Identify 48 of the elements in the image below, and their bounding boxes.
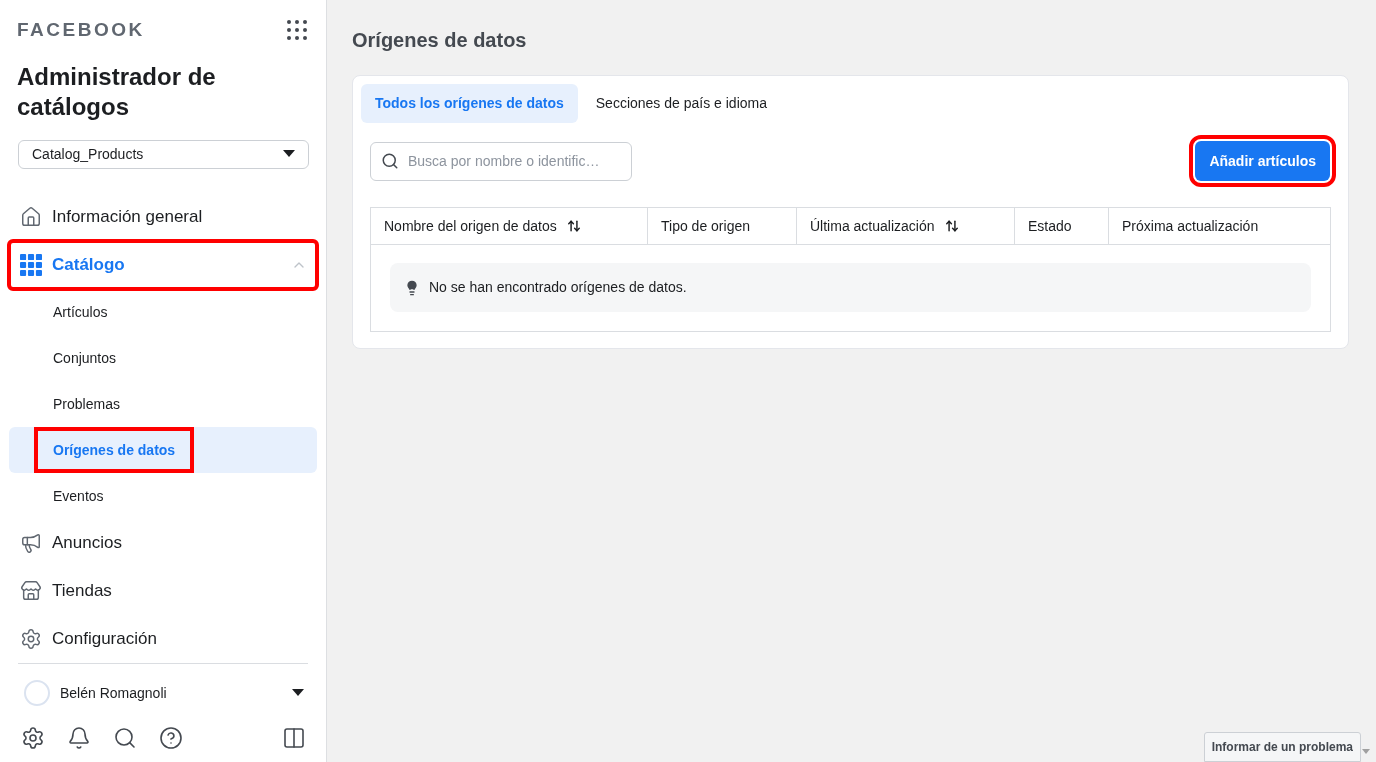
nav-subitem[interactable]: Eventos <box>9 473 317 519</box>
column-header[interactable]: Nombre del origen de datos <box>371 208 648 244</box>
brand-logo: FACEBOOK <box>17 18 145 42</box>
grid-icon <box>20 254 42 276</box>
store-icon <box>20 580 42 602</box>
nav-subitem[interactable]: Conjuntos <box>9 335 317 381</box>
sort-icon <box>944 219 959 233</box>
nav-subitem[interactable]: Orígenes de datos <box>9 427 317 473</box>
column-header[interactable]: Estado <box>1015 208 1109 244</box>
nav-subitem[interactable]: Artículos <box>9 289 317 335</box>
search-field[interactable]: Busca por nombre o identific… <box>370 141 632 181</box>
settings-icon <box>20 628 42 650</box>
search-icon <box>381 151 399 170</box>
nav-item[interactable]: Información general <box>9 193 317 241</box>
help-icon[interactable] <box>159 726 183 750</box>
avatar <box>24 680 50 706</box>
catalog-select[interactable]: Catalog_Products <box>18 139 309 169</box>
home-icon <box>20 206 42 228</box>
user-name: Belén Romagnoli <box>60 683 168 703</box>
report-problem-button[interactable]: Informar de un problema <box>1203 732 1361 762</box>
nav-subitem-label: Orígenes de datos <box>34 427 195 473</box>
megaphone-icon <box>20 532 42 554</box>
tab[interactable]: Secciones de país e idioma <box>581 84 781 123</box>
nav-item[interactable]: Anuncios <box>9 519 317 567</box>
nav-item[interactable]: Catálogo <box>9 241 317 289</box>
settings-icon[interactable] <box>21 726 45 750</box>
empty-message: No se han encontrado orígenes de datos. <box>429 278 687 297</box>
nav-item[interactable]: Configuración <box>9 615 317 663</box>
column-header[interactable]: Última actualización <box>797 208 1015 244</box>
nav-subitem-label: Conjuntos <box>52 348 118 368</box>
tab[interactable]: Todos los orígenes de datos <box>361 84 578 123</box>
apps-icon[interactable] <box>287 20 307 41</box>
nav-subitem-label: Artículos <box>52 302 109 322</box>
nav-subitem-label: Eventos <box>52 486 105 506</box>
caret-icon <box>283 150 295 159</box>
notification-icon[interactable] <box>67 726 91 750</box>
column-header[interactable]: Tipo de origen <box>648 208 797 244</box>
app-title: Administrador de catálogos <box>16 61 217 122</box>
column-header[interactable]: Próxima actualización <box>1109 208 1330 244</box>
nav-item[interactable]: Tiendas <box>9 567 317 615</box>
lightbulb-icon <box>404 279 420 296</box>
nav-subitem-label: Problemas <box>52 394 121 414</box>
panel-toggle-icon[interactable] <box>282 726 306 750</box>
nav-subitem[interactable]: Problemas <box>9 381 317 427</box>
sort-icon <box>566 219 581 233</box>
caret-icon[interactable] <box>292 689 304 697</box>
page-title: Orígenes de datos <box>352 28 528 53</box>
search-icon[interactable] <box>113 726 137 750</box>
